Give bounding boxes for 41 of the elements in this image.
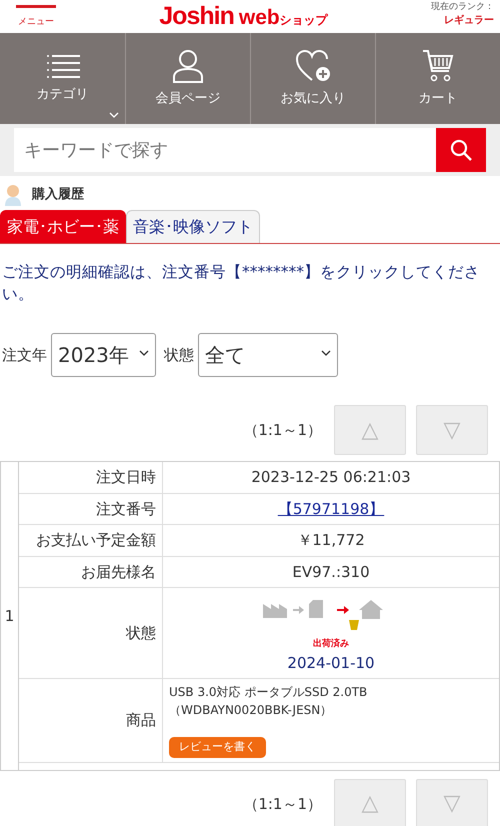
filter-label: 状態 [164, 345, 194, 366]
field-label: 注文日時 [19, 462, 163, 493]
field-value: 2023-12-25 06:21:03 [251, 468, 411, 486]
field-label: お支払い予定金額 [19, 525, 163, 556]
person-icon [4, 184, 22, 206]
status-date: 2024-01-10 [286, 652, 376, 674]
dropdown[interactable]: 2023年 [51, 333, 156, 378]
rank-label: 現在のランク： [430, 2, 494, 14]
row-number: 1 [1, 462, 19, 770]
tab[interactable]: 音楽･映像ソフト [126, 210, 260, 243]
search-button[interactable] [436, 128, 486, 172]
logo-text[interactable]: ショップ [280, 11, 328, 29]
caret-icon [138, 350, 149, 356]
person-icon [172, 48, 204, 83]
page-range: （1:1～1） [243, 420, 322, 442]
product-name: USB 3.0対応 ポータブルSSD 2.0TB （WDBAYN0020BBK-JESN） [169, 684, 368, 720]
shipped-label: 出荷済み [312, 638, 350, 652]
logo-text[interactable]: Joshin [159, 0, 234, 36]
order-number-link[interactable]: 【57971198】 [278, 500, 384, 518]
caret-icon [320, 350, 331, 356]
page-range: （1:1～1） [243, 794, 322, 815]
heart-plus-icon [295, 48, 331, 83]
search-icon [450, 139, 472, 161]
dropdown[interactable]: 全て [198, 333, 338, 378]
menu-button[interactable]: メニュー [6, 0, 56, 33]
field-label: お届先様名 [19, 556, 163, 588]
filter-label: 注文年 [2, 345, 47, 366]
write-review-button[interactable]: レビューを書く [169, 737, 266, 758]
field-value: ￥11,772 [297, 531, 365, 550]
menu-icon [46, 52, 80, 79]
field-label: 状態 [19, 588, 163, 678]
tab[interactable]: 家電･ホビー･薬 [0, 210, 126, 243]
field-label: 商品 [19, 679, 163, 762]
notice-text: ご注文の明細確認は、注文番号【********】をクリックしてください。 [1, 262, 481, 305]
section-title: 購入履歴 [32, 186, 84, 204]
rank-value: レギュラー [442, 14, 494, 27]
search-field[interactable]: キーワードで探す [14, 128, 436, 172]
cart-icon [422, 48, 454, 83]
field-label: 注文番号 [19, 494, 163, 524]
logo-text[interactable]: web [238, 2, 280, 34]
field-value: EV97.:310 [292, 562, 370, 581]
